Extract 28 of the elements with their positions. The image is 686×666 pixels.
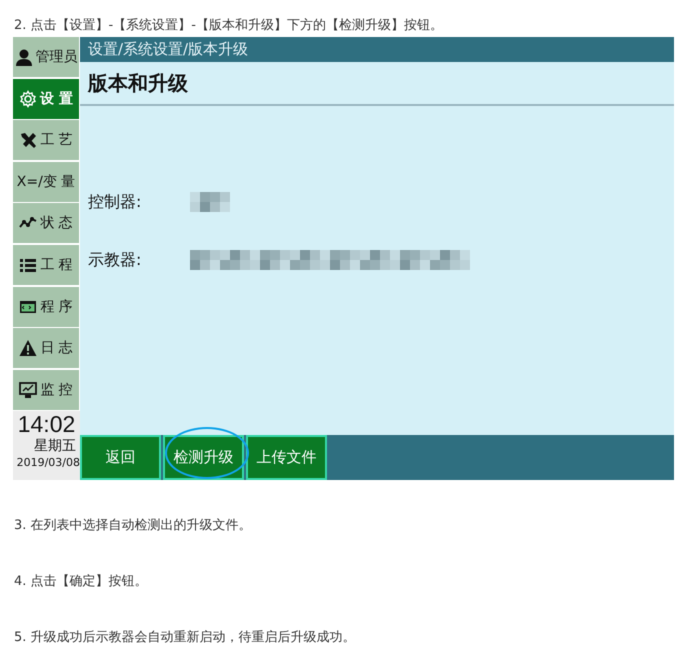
date-text: 2019/03/08 <box>16 455 80 472</box>
sidebar-item[interactable]: 监 控 <box>13 370 80 410</box>
instruction-text: 3. 在列表中选择自动检测出的升级文件。 <box>13 517 253 534</box>
action-button[interactable]: 返回 <box>80 435 161 480</box>
clock-time: 14:02 <box>18 411 76 438</box>
sidebar-item[interactable]: 设 置 <box>13 78 80 119</box>
sidebar-item[interactable]: 日 志 <box>13 328 80 368</box>
instruction-text: 4. 点击【确定】按钮。 <box>13 573 149 590</box>
settings-icon <box>19 90 38 108</box>
sidebar-item[interactable]: 工 艺 <box>13 120 80 160</box>
monitor-icon <box>19 380 38 399</box>
instruction-text: 2. 点击【设置】-【系统设置】-【版本和升级】下方的【检测升级】按钮。 <box>13 17 444 35</box>
page-title: 版本和升级 <box>80 62 674 106</box>
sidebar-item[interactable]: 状 态 <box>13 203 80 244</box>
action-button[interactable]: 上传文件 <box>246 435 327 480</box>
warning-icon <box>19 339 38 358</box>
field-label: 示教器: <box>88 250 142 270</box>
user-icon <box>14 48 32 66</box>
sidebar-item[interactable]: 工 程 <box>13 244 80 285</box>
field-label: 控制器: <box>88 192 142 212</box>
breadcrumb-bar: 设置/系统设置/版本升级 <box>80 37 674 62</box>
tools-icon <box>19 131 38 150</box>
instruction-text: 5. 升级成功后示教器会自动重新启动，待重启后升级成功。 <box>13 629 357 646</box>
action-button[interactable]: 检测升级 <box>163 435 244 480</box>
sidebar-item[interactable]: X=/变 量 <box>13 162 80 202</box>
sidebar-item[interactable]: 管理员 <box>13 37 80 77</box>
weekday-text: 星期五 <box>34 437 77 456</box>
sidebar-item[interactable]: 程 序 <box>13 286 80 327</box>
